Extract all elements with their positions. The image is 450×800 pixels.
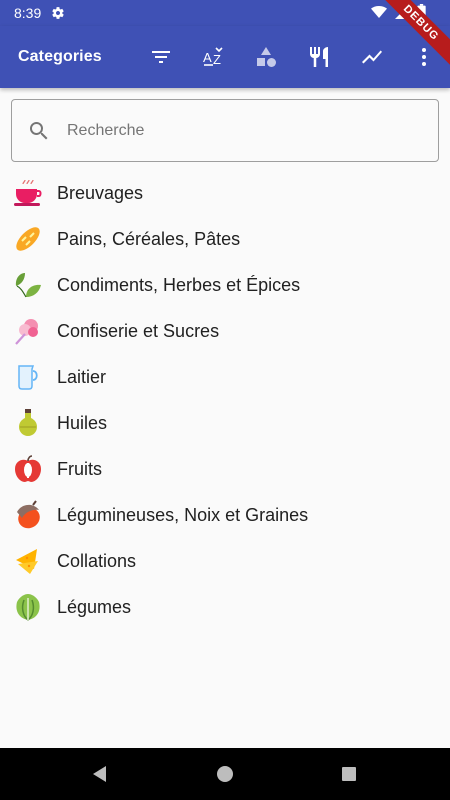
list-item[interactable]: Légumineuses, Noix et Graines: [0, 492, 450, 538]
acorn-icon: [13, 500, 43, 530]
list-item-label: Condiments, Herbes et Épices: [57, 274, 301, 295]
cotton-candy-icon: [13, 316, 43, 346]
list-item[interactable]: Huiles: [0, 400, 450, 446]
search-field[interactable]: [11, 99, 439, 162]
svg-text:Z: Z: [213, 52, 221, 67]
lettuce-icon: [13, 592, 43, 622]
recents-icon[interactable]: [337, 762, 361, 786]
restaurant-icon[interactable]: [299, 37, 339, 77]
list-item-label: Breuvages: [57, 182, 144, 203]
home-icon[interactable]: [213, 762, 237, 786]
page-title: Categories: [18, 48, 102, 65]
wifi-icon: [371, 5, 387, 22]
list-item[interactable]: Légumes: [0, 584, 450, 630]
milk-jug-icon: [13, 362, 43, 392]
list-item[interactable]: Condiments, Herbes et Épices: [0, 262, 450, 308]
list-item-label: Légumineuses, Noix et Graines: [57, 504, 309, 525]
chips-icon: [13, 546, 43, 576]
teacup-icon: [13, 178, 43, 208]
apple-icon: [13, 454, 43, 484]
leaves-icon: [13, 270, 43, 300]
list-item-label: Collations: [57, 550, 137, 571]
list-item[interactable]: Collations: [0, 538, 450, 584]
list-item[interactable]: Pains, Céréales, Pâtes: [0, 216, 450, 262]
list-item-label: Huiles: [57, 412, 108, 433]
search-icon: [27, 119, 51, 143]
gear-icon: [51, 6, 65, 20]
shapes-icon[interactable]: [246, 37, 286, 77]
list-item-label: Confiserie et Sucres: [57, 320, 220, 341]
list-item[interactable]: Fruits: [0, 446, 450, 492]
search-input[interactable]: [65, 120, 409, 141]
list-item[interactable]: Breuvages: [0, 170, 450, 216]
app-bar: Categories A Z: [0, 26, 450, 88]
list-item-label: Laitier: [57, 366, 107, 387]
status-time: 8:39: [14, 5, 42, 21]
svg-text:A: A: [203, 50, 212, 65]
back-icon[interactable]: [88, 762, 112, 786]
system-nav-bar: [0, 748, 450, 800]
sort-az-icon[interactable]: A Z: [194, 37, 234, 77]
list-item[interactable]: Laitier: [0, 354, 450, 400]
oil-bottle-icon: [13, 408, 43, 438]
trending-icon[interactable]: [352, 37, 392, 77]
list-item[interactable]: Confiserie et Sucres: [0, 308, 450, 354]
list-item-label: Fruits: [57, 458, 102, 479]
filter-icon[interactable]: [141, 37, 181, 77]
list-item-label: Pains, Céréales, Pâtes: [57, 228, 241, 249]
bread-icon: [13, 224, 43, 254]
status-bar: 8:39: [0, 0, 450, 26]
list-item-label: Légumes: [57, 596, 132, 617]
category-list: Breuvages Pains, Céréales, Pâtes Condime…: [0, 170, 450, 630]
